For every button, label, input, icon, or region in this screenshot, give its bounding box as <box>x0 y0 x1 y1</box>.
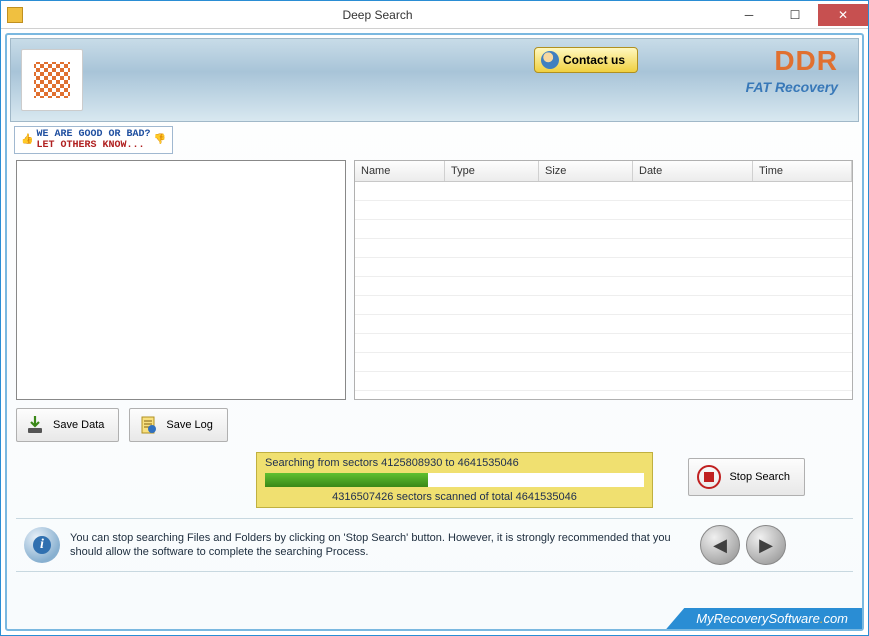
table-row <box>355 220 852 239</box>
status-line1: Searching from sectors 4125808930 to 464… <box>265 457 644 469</box>
footer-site-pre: MyRecoverySoftware <box>696 611 820 626</box>
app-logo <box>21 49 83 111</box>
feedback-line1: WE ARE GOOD OR BAD? <box>36 129 150 140</box>
logo-pattern-icon <box>34 62 70 98</box>
table-row <box>355 372 852 391</box>
table-row <box>355 296 852 315</box>
window-title: Deep Search <box>29 8 726 22</box>
feedback-line2: LET OTHERS KNOW... <box>36 140 144 151</box>
folder-tree-pane[interactable] <box>16 160 346 400</box>
footer-site-suf: com <box>823 611 848 626</box>
maximize-button[interactable]: ☐ <box>772 4 818 26</box>
back-button[interactable]: ◀ <box>700 525 740 565</box>
table-row <box>355 277 852 296</box>
file-grid[interactable]: Name Type Size Date Time <box>354 160 853 400</box>
thumbs-up-icon: 👍 <box>21 135 33 146</box>
grid-body <box>355 182 852 399</box>
table-row <box>355 201 852 220</box>
col-name[interactable]: Name <box>355 161 445 181</box>
next-button[interactable]: ▶ <box>746 525 786 565</box>
table-row <box>355 239 852 258</box>
info-icon: i <box>24 527 60 563</box>
table-row <box>355 334 852 353</box>
minimize-button[interactable]: ─ <box>726 4 772 26</box>
table-row <box>355 258 852 277</box>
close-button[interactable]: ✕ <box>818 4 868 26</box>
brand-name: DDR <box>746 47 838 75</box>
header-banner: Contact us DDR FAT Recovery <box>10 38 859 122</box>
table-row <box>355 182 852 201</box>
footer-watermark: MyRecoverySoftware.com <box>666 608 862 629</box>
save-log-icon <box>136 413 160 437</box>
app-icon <box>7 7 23 23</box>
stop-icon <box>697 465 721 489</box>
window-body: Contact us DDR FAT Recovery 👍 WE ARE GOO… <box>1 29 868 635</box>
content-area: Name Type Size Date Time <box>10 156 859 626</box>
save-data-icon <box>23 413 47 437</box>
hint-text: You can stop searching Files and Folders… <box>70 531 690 560</box>
stop-search-button[interactable]: Stop Search <box>688 458 805 496</box>
app-window: Deep Search ─ ☐ ✕ Contact us DDR FAT Rec… <box>0 0 869 636</box>
brand-subtitle: FAT Recovery <box>746 79 838 95</box>
table-row <box>355 353 852 372</box>
status-line2: 4316507426 sectors scanned of total 4641… <box>265 491 644 503</box>
brand-block: DDR FAT Recovery <box>746 47 838 95</box>
col-type[interactable]: Type <box>445 161 539 181</box>
table-row <box>355 315 852 334</box>
col-size[interactable]: Size <box>539 161 633 181</box>
progress-bar <box>265 473 644 487</box>
save-data-button[interactable]: Save Data <box>16 408 119 442</box>
grid-header: Name Type Size Date Time <box>355 161 852 182</box>
col-time[interactable]: Time <box>753 161 852 181</box>
arrow-left-icon: ◀ <box>713 535 727 556</box>
inner-frame: Contact us DDR FAT Recovery 👍 WE ARE GOO… <box>5 33 864 631</box>
thumbs-down-icon: 👎 <box>153 135 165 146</box>
col-date[interactable]: Date <box>633 161 753 181</box>
save-log-label: Save Log <box>166 419 212 431</box>
titlebar: Deep Search ─ ☐ ✕ <box>1 1 868 29</box>
progress-fill <box>265 473 428 487</box>
contact-us-button[interactable]: Contact us <box>534 47 638 73</box>
stop-search-label: Stop Search <box>729 471 790 483</box>
search-status-box: Searching from sectors 4125808930 to 464… <box>256 452 653 508</box>
contact-us-label: Contact us <box>563 53 625 67</box>
save-log-button[interactable]: Save Log <box>129 408 227 442</box>
person-icon <box>541 51 559 69</box>
save-data-label: Save Data <box>53 419 104 431</box>
feedback-banner[interactable]: 👍 WE ARE GOOD OR BAD? LET OTHERS KNOW...… <box>14 126 173 154</box>
arrow-right-icon: ▶ <box>759 535 773 556</box>
